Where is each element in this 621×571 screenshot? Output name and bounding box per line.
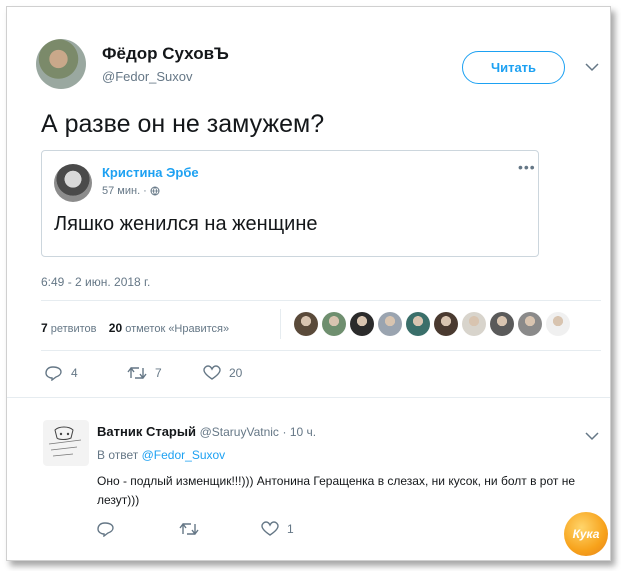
quoted-tweet[interactable]: Кристина Эрбе 57 мин. · ••• Ляшко женилс… <box>41 150 539 257</box>
reply-author-handle[interactable]: @StaruyVatnic <box>200 425 279 439</box>
divider <box>41 350 601 351</box>
reply-retweet-action[interactable] <box>179 521 199 537</box>
divider <box>41 300 601 301</box>
likers-avatars <box>294 312 570 336</box>
author-name[interactable]: Фёдор СуховЪ <box>102 44 229 64</box>
retweet-count: 7 <box>155 366 162 380</box>
chevron-down-icon[interactable] <box>585 59 599 75</box>
heart-icon <box>261 521 279 536</box>
reply-chevron-down-icon[interactable] <box>585 428 599 444</box>
liker-avatar[interactable] <box>518 312 542 336</box>
reply-action[interactable]: 4 <box>45 365 78 381</box>
more-options-icon[interactable]: ••• <box>518 159 536 175</box>
watermark-logo: Кука <box>564 512 608 556</box>
tweet-stats: 7 ретвитов 20 отметок «Нравится» <box>41 321 229 335</box>
in-reply-handle[interactable]: @Fedor_Suxov <box>142 448 226 462</box>
liker-avatar[interactable] <box>406 312 430 336</box>
stats-separator <box>280 309 281 339</box>
tweet-card: Фёдор СуховЪ @Fedor_Suxov Читать А разве… <box>6 6 611 561</box>
reply-icon <box>45 366 62 381</box>
liker-avatar[interactable] <box>294 312 318 336</box>
like-action[interactable]: 20 <box>203 365 242 381</box>
tweet-timestamp[interactable]: 6:49 - 2 июн. 2018 г. <box>41 275 150 289</box>
likes-label[interactable]: отметок «Нравится» <box>125 323 229 335</box>
like-count: 20 <box>229 366 243 380</box>
tweet-text: А разве он не замужем? <box>41 110 325 138</box>
liker-avatar[interactable] <box>322 312 346 336</box>
liker-avatar[interactable] <box>546 312 570 336</box>
likes-count[interactable]: 20 <box>109 321 122 335</box>
retweets-label[interactable]: ретвитов <box>51 323 97 335</box>
globe-icon <box>150 186 160 199</box>
reply-like-action[interactable]: 1 <box>261 521 294 537</box>
retweets-count[interactable]: 7 <box>41 321 48 335</box>
liker-avatar[interactable] <box>350 312 374 336</box>
author-handle[interactable]: @Fedor_Suxov <box>102 69 193 84</box>
reply-count: 4 <box>71 366 78 380</box>
reply-icon <box>97 522 114 537</box>
follow-button[interactable]: Читать <box>462 51 565 84</box>
liker-avatar[interactable] <box>462 312 486 336</box>
quoted-author-name[interactable]: Кристина Эрбе <box>102 165 199 180</box>
retweet-icon <box>127 366 147 380</box>
liker-avatar[interactable] <box>378 312 402 336</box>
retweet-action[interactable]: 7 <box>127 365 162 381</box>
retweet-icon <box>179 522 199 536</box>
reply-reply-action[interactable] <box>97 521 115 537</box>
reply-divider <box>7 397 610 398</box>
reply-author-avatar[interactable] <box>43 420 89 466</box>
quoted-tweet-text: Ляшко женился на женщине <box>54 213 318 235</box>
heart-icon <box>203 365 221 380</box>
reply-text: Оно - подлый изменщик!!!))) Антонина Гер… <box>97 474 575 507</box>
reply-author-name[interactable]: Ватник Старый <box>97 424 196 439</box>
liker-avatar[interactable] <box>490 312 514 336</box>
in-reply-prefix: В ответ <box>97 448 139 462</box>
liker-avatar[interactable] <box>434 312 458 336</box>
quoted-time: 57 мин. · <box>102 185 160 199</box>
reply-like-count: 1 <box>287 522 294 536</box>
quoted-time-text: 57 мин. · <box>102 185 147 197</box>
reply-header: Ватник Старый @StaruyVatnic · 10 ч. <box>97 424 316 439</box>
author-avatar[interactable] <box>36 39 86 89</box>
reply-time[interactable]: · 10 ч. <box>283 425 317 439</box>
in-reply-to: В ответ @Fedor_Suxov <box>97 448 225 462</box>
quoted-author-avatar[interactable] <box>54 164 92 202</box>
